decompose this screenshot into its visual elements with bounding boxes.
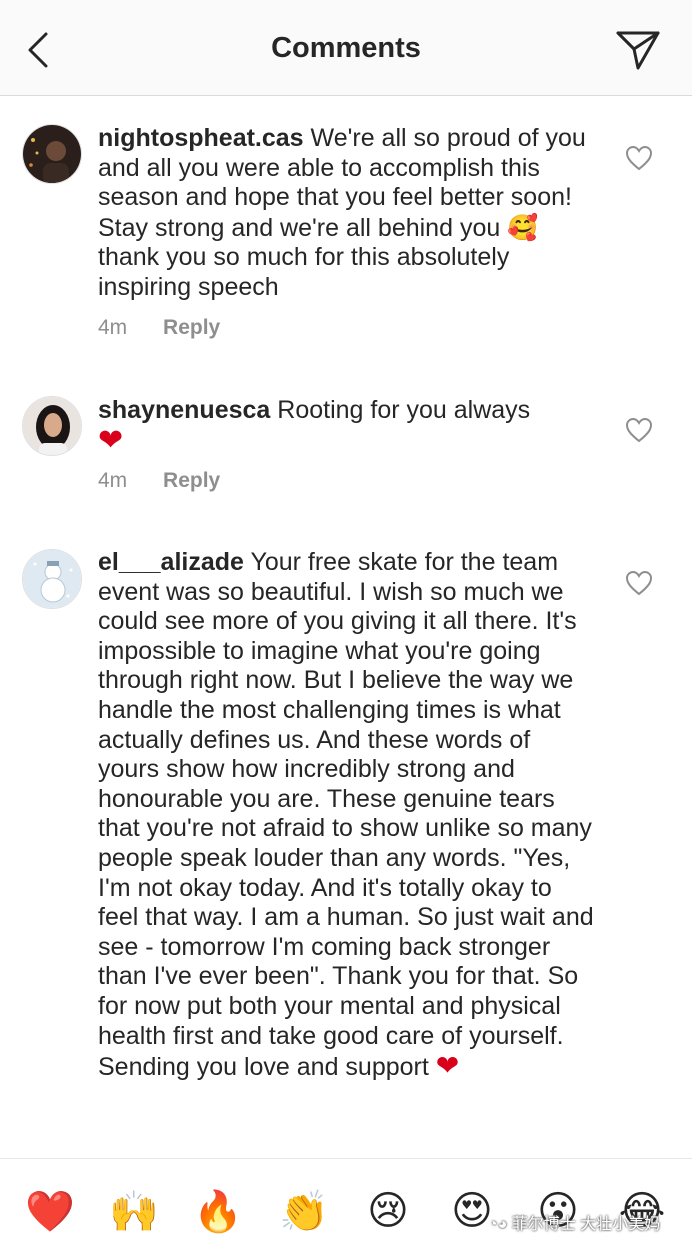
comment-username[interactable]: shaynenuesca <box>98 396 270 424</box>
comment-time: 4m <box>98 469 128 492</box>
comment-meta: 4m Reply <box>98 316 220 340</box>
paper-plane-icon <box>616 31 660 70</box>
raising-hands-reaction[interactable]: 🙌 <box>109 1187 159 1235</box>
clapping-hands-reaction[interactable]: 👏 <box>279 1187 329 1235</box>
heart-outline-icon[interactable] <box>625 145 653 171</box>
comment-username[interactable]: nightospheat.cas <box>98 124 304 152</box>
avatar[interactable] <box>22 124 82 184</box>
comment-body: el___alizade Your free skate for the tea… <box>98 548 598 1083</box>
emoji-reaction-bar: ❤️ 🙌 🔥 👏 😢 😍 😮 😂 <box>0 1158 692 1253</box>
avatar[interactable] <box>22 549 82 609</box>
header-bar: Comments <box>0 0 692 96</box>
crying-face-reaction[interactable]: 😢 <box>364 1187 412 1235</box>
comment-text: Your free skate for the team event was s… <box>98 548 594 1082</box>
comment-text: thank you so much for this absolutely in… <box>98 243 510 301</box>
reply-button[interactable]: Reply <box>163 469 220 492</box>
comment-time: 4m <box>98 316 128 339</box>
fire-reaction[interactable]: 🔥 <box>193 1187 243 1235</box>
avatar[interactable] <box>22 396 82 456</box>
comment-text: Rooting for you always <box>277 396 531 424</box>
smiling-face-hearts-emoji: 🥰 <box>507 212 539 242</box>
heart-outline-icon[interactable] <box>625 417 653 443</box>
comment-meta: 4m Reply <box>98 469 220 493</box>
comment-body: nightospheat.cas We're all so proud of y… <box>98 124 598 303</box>
red-heart-emoji: ❤ <box>435 1049 460 1083</box>
reply-button[interactable]: Reply <box>163 316 220 339</box>
comment-username[interactable]: el___alizade <box>98 548 244 576</box>
red-heart-emoji: ❤ <box>98 422 124 458</box>
watermark: ◔◕ 菲尔博士 大壮小美妈 <box>488 1216 661 1233</box>
wechat-icon: ◔◕ <box>488 1216 512 1233</box>
page-title: Comments <box>271 32 421 64</box>
comment-body: shaynenuesca Rooting for you always ❤ <box>98 396 598 457</box>
share-button[interactable] <box>612 26 664 74</box>
red-heart-reaction[interactable]: ❤️ <box>25 1187 75 1235</box>
heart-outline-icon[interactable] <box>625 570 653 596</box>
